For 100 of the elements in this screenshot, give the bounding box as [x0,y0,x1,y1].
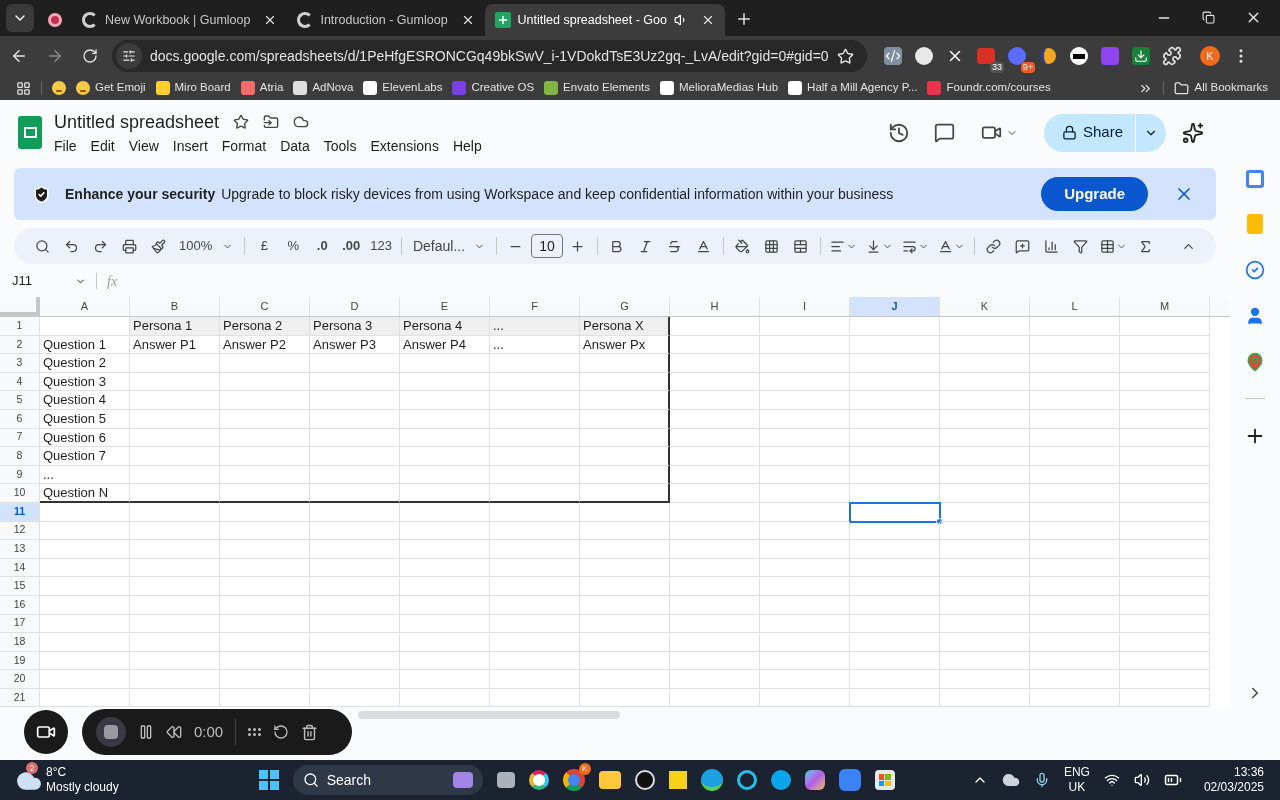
restore-icon[interactable] [1202,11,1215,24]
row-header[interactable]: 18 [0,633,40,652]
cloud-icon[interactable] [1001,771,1020,789]
undo-icon[interactable] [63,238,79,254]
row-header[interactable]: 13 [0,540,40,559]
bookmark[interactable]: Half a Mill Agency P... [788,79,918,97]
rewind-icon[interactable] [166,724,182,740]
bookmark[interactable]: Miro Board [155,79,231,97]
taskbar-search[interactable]: Search [292,765,483,795]
reload-icon[interactable] [82,48,98,64]
select-all-corner[interactable] [0,297,40,316]
back-icon[interactable] [10,47,28,65]
table-cell[interactable]: Question N [40,484,130,503]
add-comment-icon[interactable] [1015,238,1031,254]
increase-size-icon[interactable] [570,238,586,254]
new-tab-icon[interactable] [735,10,753,28]
table-cell[interactable]: ... [490,335,580,355]
row-header[interactable]: 5 [0,391,40,410]
table-cell[interactable]: Answer P4 [400,335,490,355]
borders-icon[interactable] [764,238,780,254]
column-header[interactable]: K [940,297,1030,316]
bookmark[interactable]: Foundr.com/courses [927,79,1051,97]
table-cell[interactable] [580,409,670,429]
code-icon[interactable] [884,47,902,65]
table-cell[interactable]: Answer Px [580,335,670,355]
bookmark[interactable]: Get Emoji [76,79,146,97]
tab-search-button[interactable] [6,4,34,32]
sparkle-icon[interactable] [1182,121,1204,144]
bookmark[interactable]: ElevenLabs [363,79,443,97]
column-header[interactable]: A [40,297,130,316]
text-color-icon[interactable] [696,238,712,254]
ring-icon[interactable] [736,770,757,790]
star-icon[interactable] [233,114,250,130]
pause-icon[interactable] [138,724,154,740]
table-cell[interactable]: Question 5 [40,409,130,429]
horizontal-scrollbar[interactable] [358,711,620,719]
stop-button[interactable] [96,717,126,747]
close-icon[interactable] [701,13,715,27]
text-wrap-icon[interactable] [901,238,917,254]
row-header[interactable]: 15 [0,577,40,596]
sticky-note-icon[interactable] [668,771,687,789]
table-cell[interactable]: Answer P2 [220,335,310,355]
table-cell[interactable]: Question 3 [40,372,130,392]
paint-format-icon[interactable] [150,238,166,254]
start-icon[interactable] [258,770,279,790]
column-header[interactable]: M [1120,297,1210,316]
name-box[interactable]: J11 [12,271,90,291]
currency-button[interactable]: £ [250,232,279,260]
contacts-icon[interactable] [1245,306,1265,326]
link-icon[interactable] [986,238,1002,254]
gradient-icon[interactable] [804,770,825,790]
extensions-icon[interactable] [1162,46,1182,66]
table-cell[interactable]: Question 6 [40,428,130,448]
column-header[interactable]: G [580,297,670,316]
text-rotation-icon[interactable] [937,238,953,254]
column-header[interactable]: B [130,297,220,316]
menu-item[interactable]: Tools [317,135,363,157]
column-header[interactable]: L [1030,297,1120,316]
table-cell[interactable]: Persona 4 [400,317,490,336]
table-cell[interactable] [580,428,670,448]
column-header[interactable]: F [490,297,580,316]
filter-icon[interactable] [1073,238,1089,254]
move-folder-icon[interactable] [263,114,280,130]
tasks-icon[interactable] [1245,260,1265,280]
delete-icon[interactable] [301,723,319,741]
history-icon[interactable] [887,121,910,144]
menu-item[interactable]: Help [446,135,488,157]
bookmark[interactable] [52,81,66,95]
redo-icon[interactable] [92,238,108,254]
note-icon[interactable] [1247,214,1263,234]
zoom-select[interactable]: 100% [173,232,240,260]
menu-item[interactable]: File [48,135,83,157]
bookmark[interactable]: Creative OS [452,79,535,97]
number-format-button[interactable]: 123 [366,232,396,260]
download-icon[interactable] [1132,47,1150,65]
store-icon[interactable] [874,770,895,790]
table-cell[interactable]: Question 7 [40,447,130,466]
document-title[interactable]: Untitled spreadsheet [54,108,220,136]
browser-tab[interactable]: New Workbook | Gumloop [72,4,288,36]
upgrade-button[interactable]: Upgrade [1041,177,1148,211]
crescent-icon[interactable] [1040,48,1056,64]
table-cell[interactable]: Persona 1 [130,317,220,336]
column-header[interactable]: C [220,297,310,316]
forward-icon[interactable] [46,47,64,65]
table-cell[interactable] [580,484,670,503]
comment-icon[interactable] [933,122,955,143]
table-icon[interactable] [1099,238,1115,254]
chart-icon[interactable] [1044,238,1060,254]
percent-button[interactable]: % [279,232,308,260]
bookmark[interactable]: Atria [240,79,284,97]
table-cell[interactable]: Question 2 [40,354,130,373]
map-pin-icon[interactable] [1245,352,1265,372]
font-size-field[interactable]: 10 [530,234,563,258]
table-cell[interactable]: Persona X [580,317,670,336]
table-cell[interactable] [580,447,670,466]
menu-item[interactable]: Edit [84,135,121,157]
table-cell[interactable]: ... [490,317,580,336]
browser-tab[interactable]: Introduction - Gumloop [287,4,485,36]
column-header[interactable]: D [310,297,400,316]
site-settings-icon[interactable] [122,49,136,63]
